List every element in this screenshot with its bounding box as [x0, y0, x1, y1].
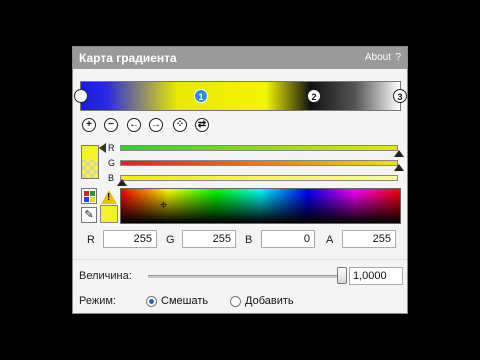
size-label: Величина: [79, 270, 132, 282]
gradient-map-panel: Карта градиента About ? 1 2 3 + − ← → ⁘ … [72, 46, 408, 314]
channel-slider-g[interactable] [120, 160, 398, 166]
move-right-icon[interactable]: → [149, 118, 163, 132]
g-label: G [166, 234, 175, 246]
help-button[interactable]: ? [395, 52, 401, 63]
add-stop-icon[interactable]: + [82, 118, 96, 132]
about-link[interactable]: About [365, 52, 391, 63]
current-color-swatch [100, 205, 118, 223]
palette-icon[interactable] [81, 188, 97, 204]
a-value-input[interactable]: 255 [342, 230, 396, 248]
channel-thumb-b[interactable] [117, 179, 127, 186]
gradient-stop-3[interactable]: 3 [393, 89, 407, 103]
picker-crosshair-icon: ⌖ [160, 197, 168, 212]
gradient-preview-bar[interactable]: 1 2 3 [74, 81, 407, 111]
gradient-stop-2[interactable]: 2 [307, 89, 321, 103]
move-left-icon[interactable]: ← [127, 118, 141, 132]
color-spectrum-picker[interactable]: ⌖ [120, 188, 401, 224]
a-label: A [326, 234, 334, 246]
mode-option-add[interactable]: Добавить [245, 295, 294, 307]
size-slider-thumb[interactable] [337, 267, 347, 284]
channel-slider-b[interactable] [120, 175, 398, 181]
stop-color-solid [82, 146, 98, 160]
reverse-icon[interactable]: ⇄ [195, 118, 209, 132]
b-label: B [245, 234, 253, 246]
size-slider[interactable] [148, 275, 344, 278]
channel-thumb-r[interactable] [394, 150, 404, 157]
mode-radio-add[interactable] [230, 296, 241, 307]
channel-label-b: B [108, 173, 115, 183]
gradient-stop-0[interactable] [74, 89, 88, 103]
eyedropper-icon[interactable]: ✎ [81, 207, 97, 223]
swatch-pointer-icon [99, 143, 106, 153]
divider [73, 259, 407, 260]
channel-thumb-g[interactable] [394, 164, 404, 171]
panel-title: Карта градиента [79, 51, 177, 65]
stop-color-swatch[interactable] [81, 145, 99, 179]
remove-stop-icon[interactable]: − [104, 118, 118, 132]
mode-label: Режим: [79, 295, 116, 307]
r-label: R [87, 234, 95, 246]
mode-radio-blend[interactable] [146, 296, 157, 307]
size-value-input[interactable]: 1,0000 [349, 267, 403, 285]
mode-option-blend[interactable]: Смешать [161, 295, 208, 307]
channel-label-g: G [108, 158, 116, 168]
gamut-warning-icon: ! [101, 190, 117, 204]
g-value-input[interactable]: 255 [182, 230, 236, 248]
gradient-stop-1[interactable]: 1 [194, 89, 208, 103]
b-value-input[interactable]: 0 [261, 230, 315, 248]
channel-label-r: R [108, 143, 115, 153]
r-value-input[interactable]: 255 [103, 230, 157, 248]
channel-slider-r[interactable] [120, 145, 398, 151]
title-bar: Карта градиента About ? [73, 47, 407, 69]
distribute-icon[interactable]: ⁘ [173, 118, 187, 132]
